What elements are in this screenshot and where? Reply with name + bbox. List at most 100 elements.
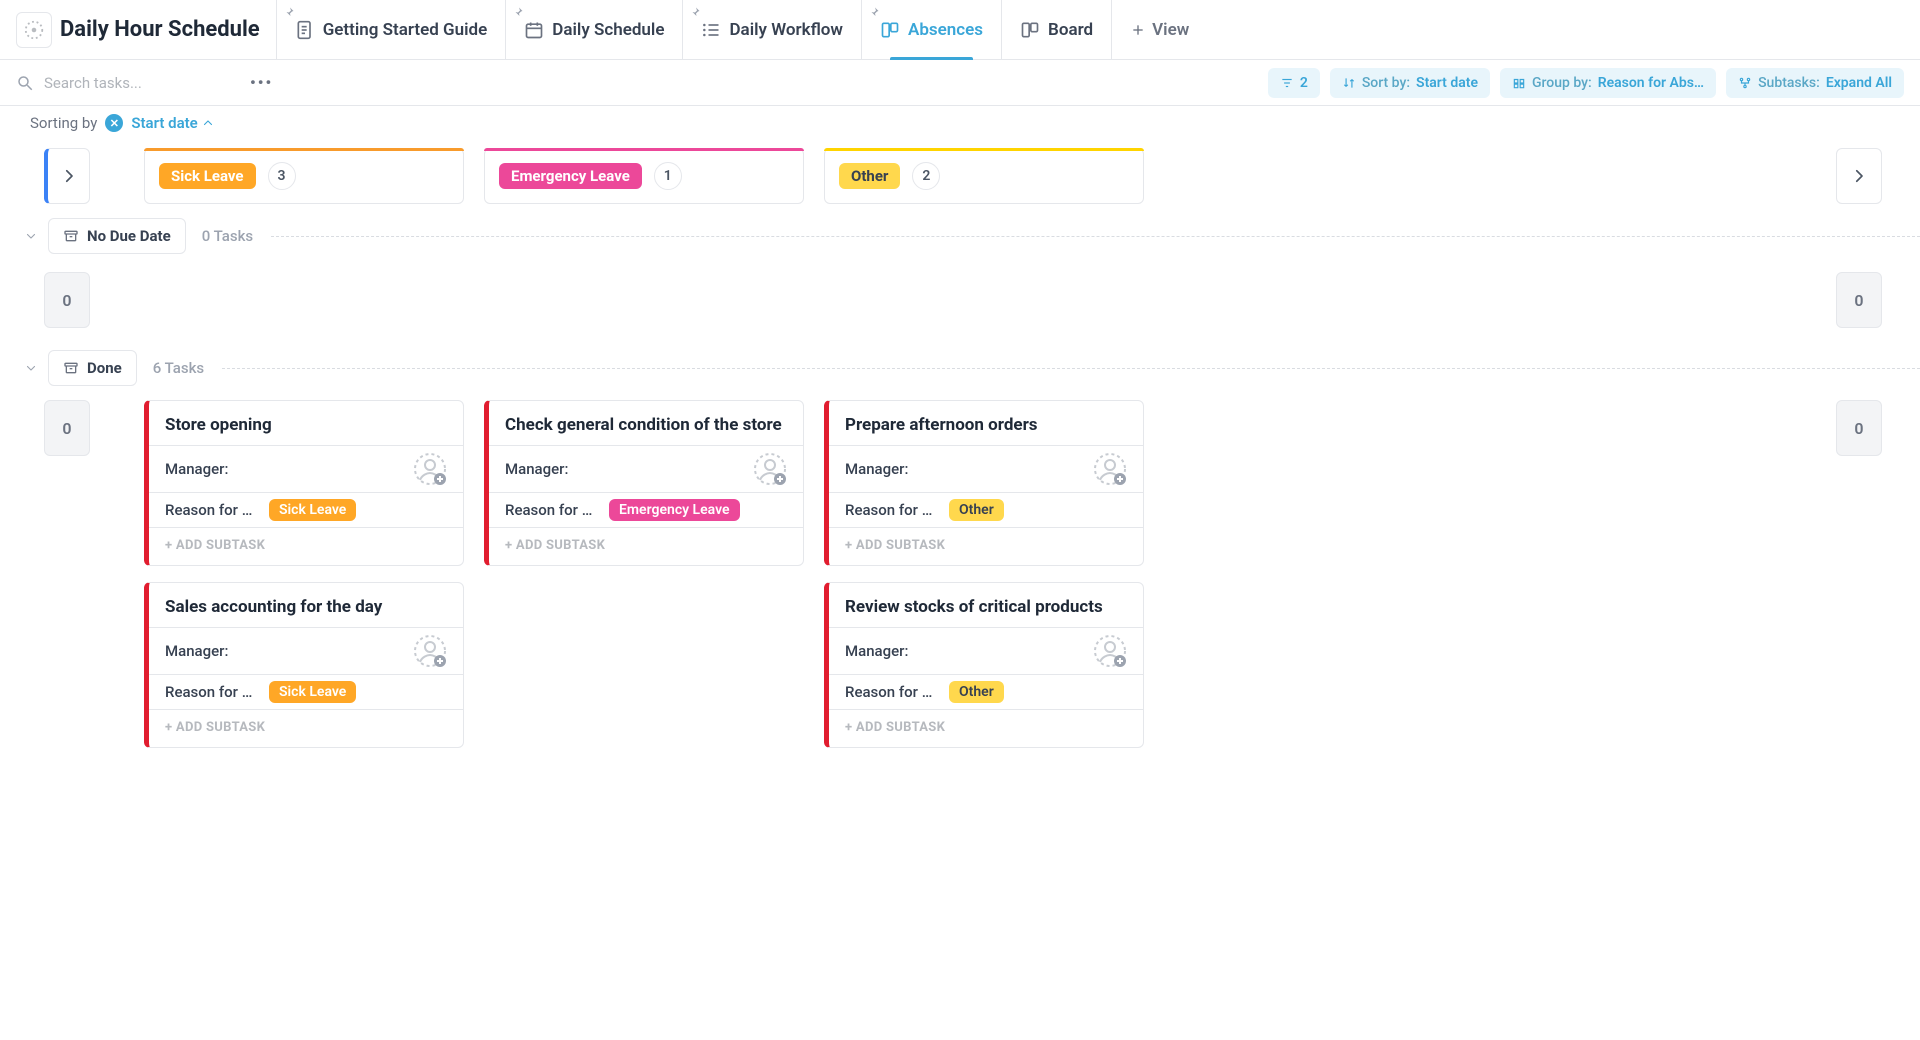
app-logo bbox=[16, 12, 52, 48]
top-bar: Daily Hour Schedule Getting Started Guid… bbox=[0, 0, 1920, 60]
task-title: Check general condition of the store bbox=[489, 401, 803, 445]
sorting-row: Sorting by ✕ Start date bbox=[0, 106, 1920, 138]
assignee-avatar-icon[interactable] bbox=[753, 452, 787, 486]
task-title: Sales accounting for the day bbox=[149, 583, 463, 627]
task-title: Review stocks of critical products bbox=[829, 583, 1143, 627]
right-zero-cell: 0 bbox=[1836, 400, 1882, 456]
chevron-down-icon bbox=[25, 230, 37, 242]
divider bbox=[271, 236, 1920, 237]
section-name: Done bbox=[87, 359, 122, 377]
logo-icon bbox=[23, 19, 45, 41]
field-label-manager: Manager: bbox=[505, 460, 601, 478]
field-label-reason: Reason for … bbox=[165, 683, 261, 701]
task-card[interactable]: Review stocks of critical products Manag… bbox=[824, 582, 1144, 748]
group-chip-value: Reason for Abs… bbox=[1598, 75, 1704, 91]
column-headers-row: Sick Leave 3 Emergency Leave 1 Other 2 bbox=[0, 138, 1920, 204]
group-icon bbox=[1512, 76, 1526, 90]
left-zero-cell: 0 bbox=[44, 400, 90, 456]
reason-tag: Sick Leave bbox=[269, 681, 356, 703]
add-subtask-button[interactable]: + ADD SUBTASK bbox=[829, 527, 1143, 565]
subtasks-chip-label: Subtasks: bbox=[1758, 75, 1820, 91]
chevron-right-icon bbox=[1850, 167, 1868, 185]
search-input[interactable] bbox=[42, 73, 202, 93]
section-header-no-due-date: No Due Date 0 Tasks bbox=[0, 204, 1920, 264]
archive-icon bbox=[63, 228, 79, 244]
left-zero-cell: 0 bbox=[44, 272, 90, 328]
collapse-toggle[interactable] bbox=[24, 359, 38, 378]
sorting-pill[interactable]: ✕ Start date bbox=[105, 114, 213, 132]
field-label-reason: Reason for … bbox=[845, 501, 941, 519]
add-subtask-button[interactable]: + ADD SUBTASK bbox=[149, 527, 463, 565]
reason-tag: Other bbox=[949, 681, 1004, 703]
sorting-label: Sorting by bbox=[30, 114, 97, 132]
page-title: Daily Hour Schedule bbox=[60, 17, 260, 42]
tab-board[interactable]: Board bbox=[1001, 0, 1111, 59]
chevron-down-icon bbox=[25, 362, 37, 374]
more-options-button[interactable]: ••• bbox=[246, 69, 277, 96]
search-icon bbox=[16, 74, 34, 92]
pin-icon bbox=[512, 6, 524, 18]
section-name-box[interactable]: No Due Date bbox=[48, 218, 186, 254]
filter-count: 2 bbox=[1300, 75, 1308, 91]
assignee-avatar-icon[interactable] bbox=[1093, 452, 1127, 486]
search-box[interactable] bbox=[16, 73, 236, 93]
tab-label: Board bbox=[1048, 20, 1093, 40]
task-card[interactable]: Prepare afternoon orders Manager: Reason… bbox=[824, 400, 1144, 566]
column-header-sick-leave[interactable]: Sick Leave 3 bbox=[144, 148, 464, 204]
chevron-up-icon bbox=[202, 117, 214, 129]
column-emergency-leave: Check general condition of the store Man… bbox=[484, 400, 804, 582]
subtasks-chip[interactable]: Subtasks: Expand All bbox=[1726, 68, 1904, 98]
tab-absences[interactable]: Absences bbox=[861, 0, 1001, 59]
group-chip-label: Group by: bbox=[1532, 75, 1592, 91]
pin-icon bbox=[283, 6, 295, 18]
task-title: Prepare afternoon orders bbox=[829, 401, 1143, 445]
column-sick-leave: Store opening Manager: Reason for … Sick… bbox=[144, 400, 464, 764]
task-card[interactable]: Store opening Manager: Reason for … Sick… bbox=[144, 400, 464, 566]
pin-icon bbox=[868, 6, 880, 18]
column-tag: Other bbox=[839, 163, 900, 189]
plus-icon bbox=[1130, 22, 1146, 38]
column-header-other[interactable]: Other 2 bbox=[824, 148, 1144, 204]
reason-tag: Emergency Leave bbox=[609, 499, 740, 521]
assignee-avatar-icon[interactable] bbox=[1093, 634, 1127, 668]
column-count: 1 bbox=[654, 162, 682, 190]
add-subtask-button[interactable]: + ADD SUBTASK bbox=[829, 709, 1143, 747]
section-name-box[interactable]: Done bbox=[48, 350, 137, 386]
column-tag: Sick Leave bbox=[159, 163, 256, 189]
assignee-avatar-icon[interactable] bbox=[413, 634, 447, 668]
sort-chip-value: Start date bbox=[1416, 75, 1478, 91]
add-subtask-button[interactable]: + ADD SUBTASK bbox=[149, 709, 463, 747]
tab-label: Daily Schedule bbox=[552, 20, 664, 40]
field-label-reason: Reason for … bbox=[845, 683, 941, 701]
add-view-button[interactable]: View bbox=[1111, 0, 1207, 59]
scroll-left-button[interactable] bbox=[44, 148, 90, 204]
subtasks-chip-value: Expand All bbox=[1826, 75, 1892, 91]
scroll-right-button[interactable] bbox=[1836, 148, 1882, 204]
right-zero-cell: 0 bbox=[1836, 272, 1882, 328]
sort-icon bbox=[1342, 76, 1356, 90]
calendar-icon bbox=[524, 20, 544, 40]
tab-daily-schedule[interactable]: Daily Schedule bbox=[505, 0, 682, 59]
sort-chip-label: Sort by: bbox=[1362, 75, 1410, 91]
tree-icon bbox=[1738, 76, 1752, 90]
clear-sort-icon[interactable]: ✕ bbox=[105, 114, 123, 132]
task-card[interactable]: Sales accounting for the day Manager: Re… bbox=[144, 582, 464, 748]
add-subtask-button[interactable]: + ADD SUBTASK bbox=[489, 527, 803, 565]
filter-chip[interactable]: 2 bbox=[1268, 68, 1320, 98]
group-chip[interactable]: Group by: Reason for Abs… bbox=[1500, 68, 1716, 98]
tab-getting-started[interactable]: Getting Started Guide bbox=[276, 0, 506, 59]
collapse-toggle[interactable] bbox=[24, 227, 38, 246]
divider bbox=[222, 368, 1920, 369]
column-header-emergency-leave[interactable]: Emergency Leave 1 bbox=[484, 148, 804, 204]
assignee-avatar-icon[interactable] bbox=[413, 452, 447, 486]
task-card[interactable]: Check general condition of the store Man… bbox=[484, 400, 804, 566]
pin-icon bbox=[689, 6, 701, 18]
field-label-manager: Manager: bbox=[845, 642, 941, 660]
sorting-value: Start date bbox=[131, 114, 197, 132]
field-label-reason: Reason for … bbox=[505, 501, 601, 519]
tab-daily-workflow[interactable]: Daily Workflow bbox=[682, 0, 861, 59]
sort-chip[interactable]: Sort by: Start date bbox=[1330, 68, 1490, 98]
tab-label: Getting Started Guide bbox=[323, 20, 488, 40]
board-icon bbox=[1020, 20, 1040, 40]
board-area: Sick Leave 3 Emergency Leave 1 Other 2 N… bbox=[0, 138, 1920, 804]
